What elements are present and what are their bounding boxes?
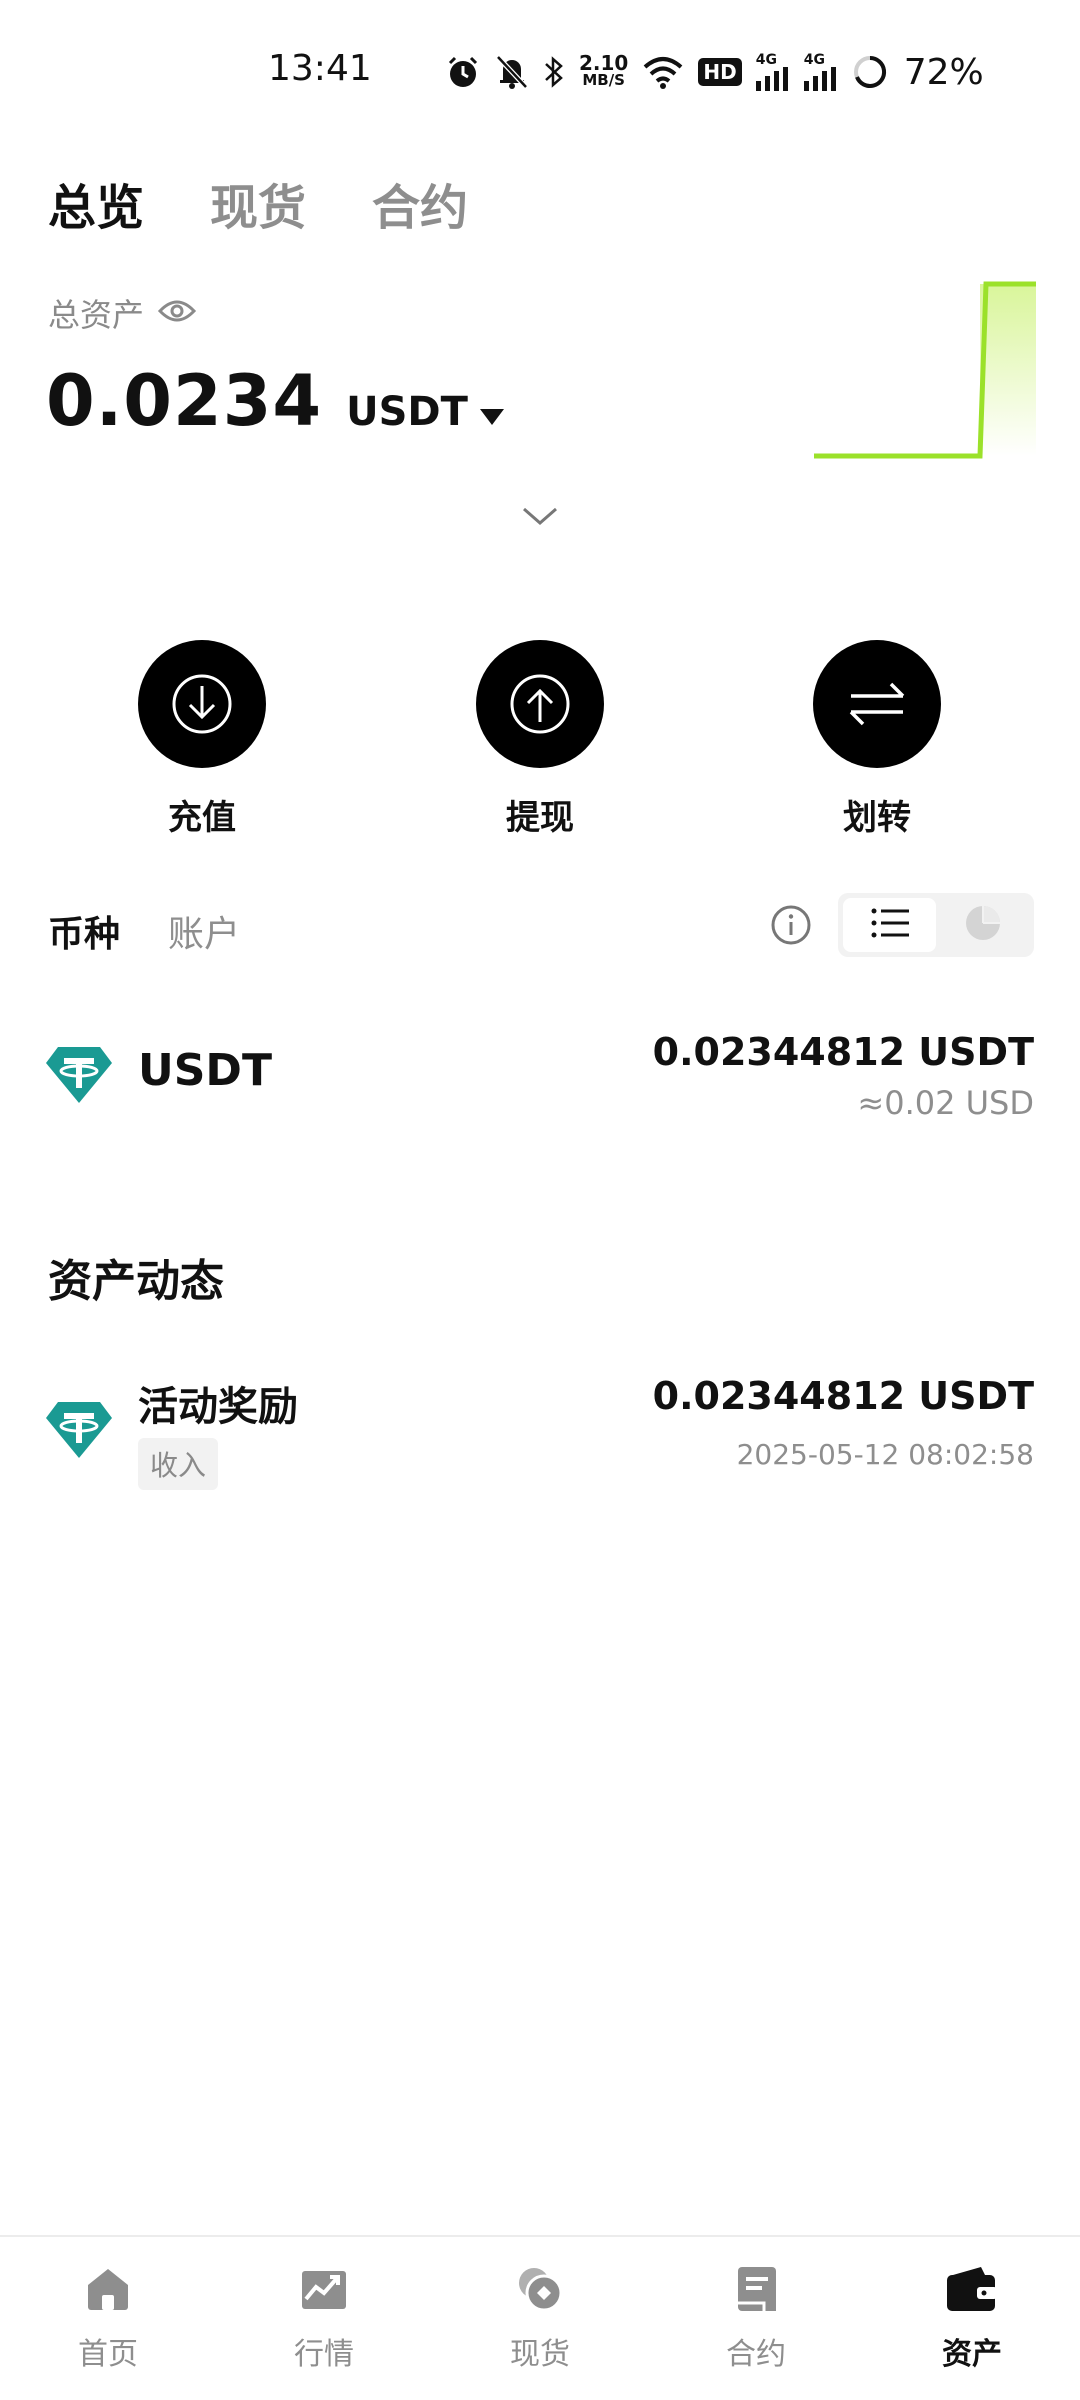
currency-label: USDT bbox=[346, 389, 468, 435]
list-icon bbox=[870, 907, 910, 943]
tether-icon bbox=[44, 1400, 114, 1464]
nav-contract-label: 合约 bbox=[726, 2337, 786, 2372]
list-item[interactable]: USDT 0.02344812 USDT ≈0.02 USD bbox=[0, 1020, 1080, 1140]
asset-sparkline bbox=[810, 280, 1036, 460]
info-icon[interactable] bbox=[770, 904, 812, 950]
network-speed: 2.10 MB/S bbox=[579, 51, 629, 89]
net1-label: 4G bbox=[755, 52, 777, 68]
total-assets-value-row: 0.0234 USDT bbox=[46, 360, 504, 442]
pie-view-button[interactable] bbox=[936, 898, 1029, 952]
deposit-button[interactable]: 充值 bbox=[92, 640, 312, 839]
signal-icon: 4G bbox=[755, 52, 790, 91]
tab-overview[interactable]: 总览 bbox=[48, 168, 144, 238]
deposit-icon bbox=[138, 640, 266, 768]
transfer-label: 划转 bbox=[843, 798, 911, 838]
nav-assets-label: 资产 bbox=[942, 2337, 1002, 2372]
nav-market-label: 行情 bbox=[294, 2337, 354, 2372]
activity-title: 活动奖励 bbox=[138, 1384, 298, 1430]
status-time: 13:41 bbox=[268, 48, 372, 89]
caret-down-icon bbox=[479, 389, 504, 435]
withdraw-label: 提现 bbox=[506, 798, 574, 838]
wifi-icon bbox=[642, 55, 684, 89]
transfer-button[interactable]: 划转 bbox=[767, 640, 987, 839]
battery-ring-icon bbox=[852, 54, 888, 90]
signal-icon: 4G bbox=[803, 52, 838, 91]
nav-market[interactable]: 行情 bbox=[216, 2237, 432, 2400]
withdraw-button[interactable]: 提现 bbox=[430, 640, 650, 839]
status-icons: 2.10 MB/S HD 4G 4G 72% bbox=[445, 50, 984, 94]
spot-icon bbox=[514, 2265, 566, 2317]
activity-amount: 0.02344812 USDT bbox=[652, 1374, 1034, 1418]
contract-icon bbox=[732, 2265, 780, 2317]
nav-assets[interactable]: 资产 bbox=[864, 2237, 1080, 2400]
total-assets-value: 0.0234 bbox=[46, 360, 323, 442]
pie-chart-icon bbox=[964, 904, 1002, 946]
battery-percent: 72% bbox=[903, 51, 984, 93]
activity-item[interactable]: 活动奖励 收入 0.02344812 USDT 2025-05-12 08:02… bbox=[0, 1370, 1080, 1510]
currency-select[interactable]: USDT bbox=[346, 389, 504, 435]
activity-time: 2025-05-12 08:02:58 bbox=[736, 1438, 1034, 1471]
mute-bell-icon bbox=[495, 54, 529, 90]
assets-page: 13:41 2.10 MB/S HD 4G 4G 72% 总览 现货 合约 总资… bbox=[0, 0, 1080, 2400]
top-tabs: 总览 现货 合约 bbox=[48, 168, 468, 238]
activity-type-tag: 收入 bbox=[138, 1438, 219, 1490]
deposit-label: 充值 bbox=[168, 798, 236, 838]
status-bar: 13:41 2.10 MB/S HD 4G 4G 72% bbox=[0, 0, 1080, 140]
bottom-nav: 首页 行情 现货 合约 资产 bbox=[0, 2235, 1080, 2400]
hd-label: HD bbox=[703, 60, 737, 84]
nav-spot[interactable]: 现货 bbox=[432, 2237, 648, 2400]
tab-by-coin[interactable]: 币种 bbox=[48, 905, 120, 957]
list-view-button[interactable] bbox=[843, 898, 936, 952]
view-toggle bbox=[838, 893, 1034, 957]
tether-icon bbox=[44, 1045, 114, 1109]
alarm-icon bbox=[445, 54, 481, 90]
net2-label: 4G bbox=[803, 52, 825, 68]
expand-chevron-icon[interactable] bbox=[520, 505, 560, 533]
coin-amount: 0.02344812 USDT bbox=[652, 1030, 1034, 1074]
total-assets-label: 总资产 bbox=[48, 296, 145, 334]
market-icon bbox=[300, 2265, 348, 2317]
home-icon bbox=[84, 2265, 132, 2317]
tab-by-account[interactable]: 账户 bbox=[168, 905, 240, 957]
holding-tabs: 币种 账户 bbox=[48, 905, 240, 957]
transfer-icon bbox=[813, 640, 941, 768]
nav-home[interactable]: 首页 bbox=[0, 2237, 216, 2400]
speed-value: 2.10 bbox=[579, 51, 629, 75]
hd-icon: HD bbox=[698, 58, 742, 86]
tab-contract[interactable]: 合约 bbox=[372, 168, 468, 238]
speed-unit: MB/S bbox=[582, 71, 625, 89]
total-assets-header: 总资产 bbox=[48, 290, 197, 336]
nav-spot-label: 现货 bbox=[510, 2337, 570, 2372]
bluetooth-icon bbox=[543, 54, 565, 90]
tab-spot[interactable]: 现货 bbox=[210, 168, 306, 238]
activity-section-title: 资产动态 bbox=[48, 1256, 224, 1307]
eye-icon[interactable] bbox=[157, 297, 197, 329]
coin-name: USDT bbox=[138, 1045, 272, 1096]
wallet-icon bbox=[945, 2265, 999, 2317]
nav-home-label: 首页 bbox=[78, 2337, 138, 2372]
coin-usd-value: ≈0.02 USD bbox=[857, 1084, 1034, 1122]
nav-contract[interactable]: 合约 bbox=[648, 2237, 864, 2400]
withdraw-icon bbox=[476, 640, 604, 768]
